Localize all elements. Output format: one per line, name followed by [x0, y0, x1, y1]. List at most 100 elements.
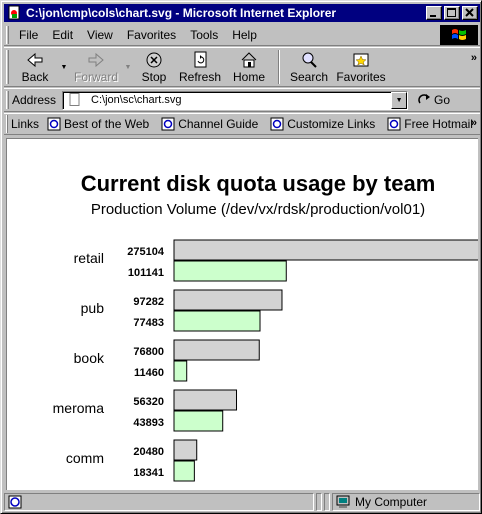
search-label: Search	[289, 70, 329, 84]
refresh-button[interactable]: Refresh	[174, 48, 226, 86]
quota-value-label: 56320	[133, 396, 164, 408]
chart-subtitle: Production Volume (/dev/vx/rdsk/producti…	[91, 201, 425, 218]
maximize-button[interactable]	[444, 6, 460, 20]
forward-arrow-icon	[85, 51, 107, 69]
back-button[interactable]: Back	[12, 48, 58, 86]
quota-bar	[173, 439, 198, 461]
quota-value-label: 76800	[133, 346, 164, 358]
links-bar: Links Best of the Web Channel Guide Cust…	[4, 113, 480, 135]
search-button[interactable]: Search	[286, 48, 332, 86]
link-best-of-the-web[interactable]: Best of the Web	[47, 117, 149, 131]
title-bar[interactable]: C:\jon\cmp\cols\chart.svg - Microsoft In…	[4, 4, 480, 22]
browser-window: C:\jon\cmp\cols\chart.svg - Microsoft In…	[0, 0, 482, 514]
ie-page-icon	[161, 117, 175, 131]
windows-logo-icon	[440, 25, 478, 45]
quota-bar	[173, 289, 283, 311]
usage-value-label: 11460	[134, 367, 164, 379]
maximize-icon	[447, 8, 456, 17]
usage-value-label: 43893	[133, 417, 164, 429]
status-text-pane	[4, 493, 314, 511]
address-bar: Address C:\jon\sc\chart.svg ▼ Go	[4, 88, 480, 112]
usage-value-label: 18341	[133, 467, 164, 479]
go-arrow-icon	[416, 92, 434, 108]
home-button[interactable]: Home	[226, 48, 272, 86]
links-grip[interactable]	[6, 115, 8, 133]
quota-value-label: 275104	[127, 246, 165, 258]
quota-value-label: 20480	[133, 446, 164, 458]
usage-value-label: 77483	[133, 317, 164, 329]
link-label: Best of the Web	[64, 117, 150, 131]
refresh-label: Refresh	[178, 70, 222, 84]
go-button[interactable]: Go	[416, 92, 450, 108]
link-customize-links[interactable]: Customize Links	[270, 117, 375, 131]
forward-history-dropdown[interactable]: ▼	[122, 48, 134, 86]
menu-file[interactable]: File	[12, 28, 45, 42]
category-label: pub	[81, 300, 105, 316]
zone-label: My Computer	[355, 495, 428, 509]
link-channel-guide[interactable]: Channel Guide	[161, 117, 258, 131]
status-pane-blank	[316, 493, 322, 511]
stop-label: Stop	[141, 70, 167, 84]
status-pane-blank	[324, 493, 330, 511]
zone-pane: My Computer	[332, 493, 480, 511]
back-label: Back	[21, 70, 49, 84]
menu-edit[interactable]: Edit	[45, 28, 80, 42]
home-icon	[238, 51, 260, 69]
search-icon	[298, 51, 320, 69]
category-label: book	[74, 350, 105, 366]
ie-page-icon	[47, 117, 61, 131]
toolbar-separator	[278, 50, 280, 84]
go-label: Go	[434, 93, 451, 107]
address-label: Address	[12, 93, 57, 107]
usage-bar	[173, 310, 261, 332]
quota-chart: Current disk quota usage by team Product…	[53, 171, 478, 482]
ie-page-icon	[270, 117, 284, 131]
address-input[interactable]: C:\jon\sc\chart.svg ▼	[62, 90, 409, 110]
link-free-hotmail[interactable]: Free Hotmail	[387, 117, 473, 131]
stop-button[interactable]: Stop	[134, 48, 174, 86]
quota-bar	[173, 239, 478, 261]
bars-layer: retail 275104 101141 pub 97282 77483 book 76800…	[53, 239, 478, 482]
minimize-button[interactable]	[426, 6, 442, 20]
address-dropdown-button[interactable]: ▼	[391, 91, 408, 109]
quota-value-label: 97282	[133, 296, 164, 308]
forward-label: Forward	[73, 70, 118, 84]
close-button[interactable]	[462, 6, 478, 20]
menu-help[interactable]: Help	[225, 28, 264, 42]
address-value: C:\jon\sc\chart.svg	[91, 94, 182, 106]
menu-view[interactable]: View	[80, 28, 120, 42]
menu-tools[interactable]: Tools	[183, 28, 225, 42]
menu-favorites[interactable]: Favorites	[120, 28, 183, 42]
close-icon	[465, 8, 474, 17]
quota-bar	[173, 389, 238, 411]
category-label: comm	[66, 450, 104, 466]
favorites-icon	[350, 51, 372, 69]
window-title: C:\jon\cmp\cols\chart.svg - Microsoft In…	[26, 6, 337, 20]
ie-page-icon	[387, 117, 401, 131]
toolbar-more-chevron[interactable]: »	[471, 52, 477, 64]
page-icon	[67, 93, 83, 107]
usage-value-label: 101141	[128, 267, 164, 279]
link-label: Free Hotmail	[404, 117, 473, 131]
back-arrow-icon	[24, 51, 46, 69]
favorites-button[interactable]: Favorites	[332, 48, 390, 86]
standard-toolbar: Back ▼ Forward ▼ Stop Refresh Home Searc…	[4, 47, 480, 87]
usage-bar	[173, 260, 287, 282]
ie-status-icon	[7, 494, 23, 510]
home-label: Home	[232, 70, 265, 84]
links-more-chevron[interactable]: »	[471, 117, 477, 129]
toolbar-grip[interactable]	[6, 50, 9, 84]
back-history-dropdown[interactable]: ▼	[58, 48, 70, 86]
chart-title: Current disk quota usage by team	[81, 171, 436, 196]
status-bar: My Computer	[4, 492, 480, 512]
svg-document-icon	[6, 5, 22, 21]
address-grip[interactable]	[6, 91, 9, 109]
favorites-label: Favorites	[336, 70, 386, 84]
links-label[interactable]: Links	[11, 117, 39, 131]
menu-grip[interactable]	[6, 25, 9, 44]
category-label: meroma	[53, 400, 105, 416]
link-label: Channel Guide	[178, 117, 259, 131]
minimize-icon	[430, 15, 436, 17]
forward-button[interactable]: Forward	[70, 48, 122, 86]
stop-icon	[143, 51, 165, 69]
